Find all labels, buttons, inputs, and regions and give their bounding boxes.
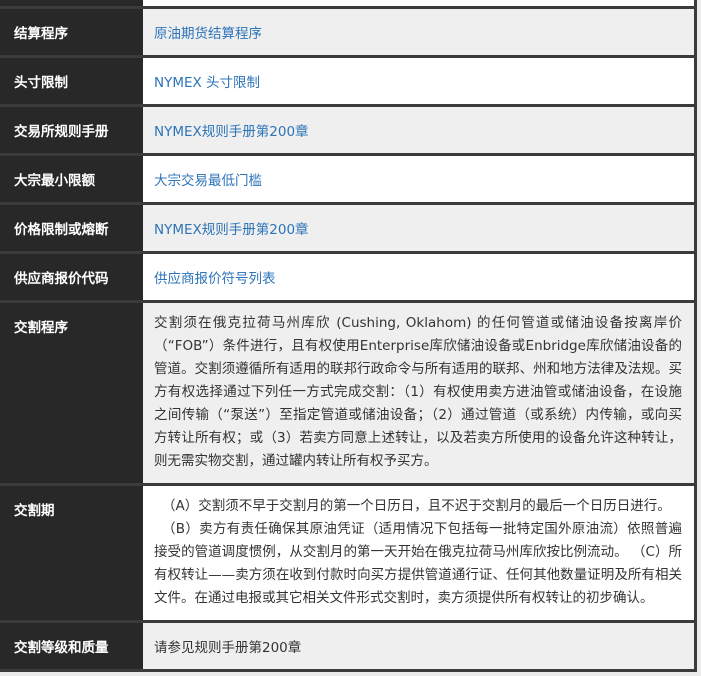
row-settlement-procedures: 结算程序 原油期货结算程序 xyxy=(0,6,694,55)
row-label: 结算程序 xyxy=(14,26,68,42)
delivery-procedures-text: 交割须在俄克拉荷马州库欣 (Cushing, Oklahom) 的任何管道或储油… xyxy=(154,315,682,469)
row-delivery-period: 交割期 （A）交割须不早于交割月的第一个日历日，且不迟于交割月的最后一个日历日进… xyxy=(0,483,694,620)
row-delivery-procedures: 交割程序 交割须在俄克拉荷马州库欣 (Cushing, Oklahom) 的任何… xyxy=(0,300,694,483)
page-background-strip xyxy=(0,672,701,676)
settlement-procedures-link[interactable]: 原油期货结算程序 xyxy=(154,22,262,42)
row-label: 交割期 xyxy=(14,503,55,519)
row-label-cell: 结算程序 xyxy=(0,9,143,55)
row-position-limits: 头寸限制 NYMEX 头寸限制 xyxy=(0,55,694,104)
row-value-cell: 供应商报价符号列表 xyxy=(143,254,694,300)
row-label-cell xyxy=(0,0,143,6)
position-limits-link[interactable]: NYMEX 头寸限制 xyxy=(154,71,260,91)
row-label: 供应商报价代码 xyxy=(14,271,109,287)
row-price-limit-or-circuit-breaker: 价格限制或熔断 NYMEX规则手册第200章 xyxy=(0,202,694,251)
row-label: 大宗最小限额 xyxy=(14,173,95,189)
vendor-codes-link[interactable]: 供应商报价符号列表 xyxy=(154,267,276,287)
row-label-cell: 交割期 xyxy=(0,486,143,620)
row-vendor-codes: 供应商报价代码 供应商报价符号列表 xyxy=(0,251,694,300)
row-exchange-rulebook: 交易所规则手册 NYMEX规则手册第200章 xyxy=(0,104,694,153)
contract-specs-page: 结算程序 原油期货结算程序 头寸限制 NYMEX 头寸限制 交易所规则手册 NY… xyxy=(0,0,701,676)
row-label: 交易所规则手册 xyxy=(14,124,109,140)
row-label: 交割等级和质量 xyxy=(14,640,109,656)
row-label-cell: 供应商报价代码 xyxy=(0,254,143,300)
row-label-cell: 交割等级和质量 xyxy=(0,623,143,669)
grade-and-quality-value: 请参见规则手册第200章 xyxy=(154,640,302,656)
row-label-cell: 价格限制或熔断 xyxy=(0,205,143,251)
price-limit-link[interactable]: NYMEX规则手册第200章 xyxy=(154,218,309,238)
row-block-minimum: 大宗最小限额 大宗交易最低门槛 xyxy=(0,153,694,202)
row-value-cell: 请参见规则手册第200章 xyxy=(143,623,694,669)
row-value-cell: （A）交割须不早于交割月的第一个日历日，且不迟于交割月的最后一个日历日进行。 （… xyxy=(143,486,694,620)
exchange-rulebook-link[interactable]: NYMEX规则手册第200章 xyxy=(154,120,309,140)
row-label-cell: 头寸限制 xyxy=(0,58,143,104)
block-minimum-link[interactable]: 大宗交易最低门槛 xyxy=(154,169,262,189)
row-value-cell: 交割须在俄克拉荷马州库欣 (Cushing, Oklahom) 的任何管道或储油… xyxy=(143,303,694,483)
row-value-cell: 大宗交易最低门槛 xyxy=(143,156,694,202)
row-value-cell: NYMEX 头寸限制 xyxy=(143,58,694,104)
row-label-cell: 交易所规则手册 xyxy=(0,107,143,153)
row-label-cell: 交割程序 xyxy=(0,303,143,483)
row-value-cell: 原油期货结算程序 xyxy=(143,9,694,55)
table-row-partial-top xyxy=(0,0,694,6)
row-label-cell: 大宗最小限额 xyxy=(0,156,143,202)
row-grade-and-quality: 交割等级和质量 请参见规则手册第200章 xyxy=(0,620,694,672)
row-value-cell xyxy=(143,0,694,6)
contract-specs-table: 结算程序 原油期货结算程序 头寸限制 NYMEX 头寸限制 交易所规则手册 NY… xyxy=(0,0,697,672)
delivery-period-text-a: （A）交割须不早于交割月的第一个日历日，且不迟于交割月的最后一个日历日进行。 xyxy=(162,498,671,514)
row-label: 头寸限制 xyxy=(14,75,68,91)
row-value-cell: NYMEX规则手册第200章 xyxy=(143,205,694,251)
row-label: 价格限制或熔断 xyxy=(14,222,109,238)
delivery-period-text-b: （B）卖方有责任确保其原油凭证（适用情况下包括每一批特定国外原油流）依照普遍接受… xyxy=(154,521,682,606)
row-value-cell: NYMEX规则手册第200章 xyxy=(143,107,694,153)
row-label: 交割程序 xyxy=(14,320,68,336)
